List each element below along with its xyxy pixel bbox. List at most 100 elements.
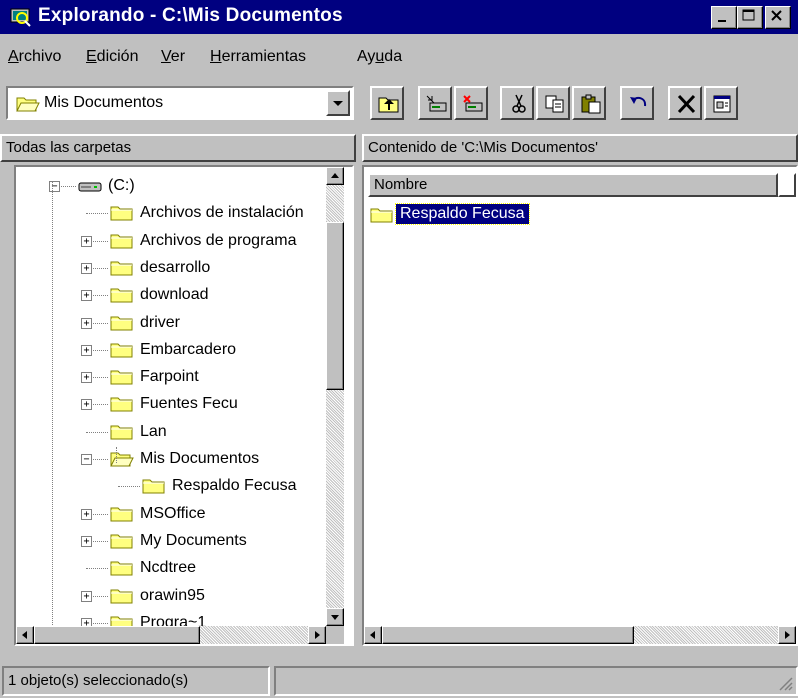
tree-item[interactable]: + Archivos de programa bbox=[16, 228, 336, 255]
expand-icon[interactable]: + bbox=[81, 399, 92, 411]
undo-button[interactable] bbox=[620, 86, 654, 120]
folder-icon bbox=[110, 206, 133, 221]
delete-button[interactable] bbox=[668, 86, 702, 120]
menu-ver[interactable]: Ver bbox=[161, 48, 185, 66]
chevron-right-icon bbox=[785, 631, 790, 639]
cut-icon bbox=[512, 94, 526, 113]
tree-item[interactable]: Respaldo Fecusa bbox=[16, 473, 336, 500]
window-title: Explorando - C:\Mis Documentos bbox=[38, 5, 343, 26]
tree-item-label: Respaldo Fecusa bbox=[172, 477, 297, 495]
list-scroll-right-button[interactable] bbox=[778, 626, 796, 644]
minimize-button[interactable] bbox=[711, 6, 737, 29]
tree-connector bbox=[116, 447, 118, 463]
map-drive-button[interactable] bbox=[418, 86, 452, 120]
tree-item[interactable]: Archivos de instalación bbox=[16, 200, 336, 227]
tree-item-label: Archivos de instalación bbox=[140, 204, 304, 222]
column-header-next[interactable] bbox=[778, 173, 796, 197]
tree-item-label: download bbox=[140, 286, 209, 304]
expand-icon[interactable]: + bbox=[81, 508, 92, 520]
folder-icon bbox=[110, 234, 133, 249]
tree-item[interactable]: + driver bbox=[16, 310, 336, 337]
menu-edicion[interactable]: Edición bbox=[86, 48, 138, 66]
open-folder-icon bbox=[16, 97, 40, 112]
cut-button[interactable] bbox=[500, 86, 534, 120]
tree-item[interactable]: + orawin95 bbox=[16, 583, 336, 610]
paste-button[interactable] bbox=[572, 86, 606, 120]
menu-herramientas[interactable]: Herramientas bbox=[210, 48, 306, 66]
tree-scroll-left-button[interactable] bbox=[16, 626, 34, 644]
explorer-icon bbox=[10, 8, 31, 27]
folder-icon bbox=[110, 507, 133, 522]
tree-item[interactable]: + Embarcadero bbox=[16, 337, 336, 364]
tree-item-label: Embarcadero bbox=[140, 340, 237, 358]
tree-item-icon bbox=[110, 505, 134, 528]
tree-item-icon bbox=[142, 477, 166, 500]
tree-item-icon bbox=[110, 368, 134, 391]
tree-connector bbox=[86, 213, 108, 215]
menu-ayuda[interactable]: Ayuda bbox=[357, 48, 402, 66]
expand-icon[interactable]: + bbox=[81, 262, 92, 274]
tree-item-icon bbox=[110, 341, 134, 364]
resize-grip-icon[interactable] bbox=[774, 672, 794, 692]
maximize-button[interactable] bbox=[737, 6, 763, 29]
column-header-nombre[interactable]: Nombre bbox=[368, 173, 778, 197]
tree-item-icon bbox=[110, 395, 134, 418]
tree-item[interactable]: + download bbox=[16, 282, 336, 309]
folder-icon bbox=[110, 397, 133, 412]
menu-archivo[interactable]: Archivo bbox=[8, 48, 61, 66]
tree-hscroll-thumb[interactable] bbox=[34, 626, 200, 644]
folder-icon bbox=[142, 479, 165, 494]
close-icon bbox=[771, 10, 782, 21]
expand-icon[interactable]: + bbox=[81, 344, 92, 356]
tree-scroll-up-button[interactable] bbox=[326, 167, 344, 185]
tree-item-label: orawin95 bbox=[140, 586, 205, 604]
tree-item-icon bbox=[110, 232, 134, 255]
tree-item-label: Archivos de programa bbox=[140, 231, 297, 249]
delete-icon bbox=[677, 94, 696, 114]
tree-scroll-down-button[interactable] bbox=[326, 608, 344, 626]
folder-icon bbox=[110, 316, 133, 330]
address-value: Mis Documentos bbox=[44, 94, 164, 111]
address-dropdown-button[interactable] bbox=[326, 90, 350, 116]
expand-icon[interactable]: + bbox=[81, 235, 92, 247]
file-list[interactable]: Nombre Respaldo Fecusa bbox=[362, 165, 798, 646]
drive-icon bbox=[78, 182, 102, 192]
chevron-left-icon bbox=[22, 631, 27, 639]
tree-item[interactable]: Ncdtree bbox=[16, 555, 336, 582]
tree-item[interactable]: + My Documents bbox=[16, 528, 336, 555]
tree-item[interactable]: + Farpoint bbox=[16, 364, 336, 391]
up-folder-button[interactable] bbox=[370, 86, 404, 120]
expand-icon[interactable]: + bbox=[81, 590, 92, 602]
tree-item[interactable]: − Mis Documentos bbox=[16, 446, 336, 473]
collapse-icon[interactable]: − bbox=[81, 454, 92, 465]
chevron-up-icon bbox=[331, 173, 339, 178]
collapse-icon[interactable]: − bbox=[49, 181, 60, 192]
tree-item[interactable]: + MSOffice bbox=[16, 501, 336, 528]
disconnect-drive-button[interactable] bbox=[454, 86, 488, 120]
tree-item-label: Ncdtree bbox=[140, 559, 197, 577]
tree-item[interactable]: − (C:) bbox=[16, 173, 336, 200]
address-combobox[interactable]: Mis Documentos bbox=[6, 86, 354, 120]
chevron-down-icon bbox=[333, 101, 343, 106]
list-hscroll-thumb[interactable] bbox=[382, 626, 634, 644]
copy-button[interactable] bbox=[536, 86, 570, 120]
expand-icon[interactable]: + bbox=[81, 372, 92, 384]
tree-item-icon bbox=[110, 450, 134, 473]
tree-item[interactable]: + desarrollo bbox=[16, 255, 336, 282]
title-bar[interactable]: Explorando - C:\Mis Documentos bbox=[0, 0, 798, 34]
close-button[interactable] bbox=[765, 6, 791, 29]
tree-item[interactable]: + Fuentes Fecu bbox=[16, 391, 336, 418]
expand-icon[interactable]: + bbox=[81, 535, 92, 547]
expand-icon[interactable]: + bbox=[81, 317, 92, 329]
tree-item[interactable]: Lan bbox=[16, 419, 336, 446]
tree-scroll-right-button[interactable] bbox=[308, 626, 326, 644]
tree-item-label: Farpoint bbox=[140, 368, 199, 386]
list-scroll-left-button[interactable] bbox=[364, 626, 382, 644]
expand-icon[interactable]: + bbox=[81, 290, 92, 302]
contents-panel-header: Contenido de 'C:\Mis Documentos' bbox=[362, 134, 798, 162]
tree-item-label: Mis Documentos bbox=[140, 450, 260, 467]
undo-icon bbox=[630, 97, 647, 107]
folder-tree[interactable]: − (C:) Archivos de instalación + Archivos de… bbox=[14, 165, 354, 646]
tree-scroll-thumb[interactable] bbox=[326, 222, 344, 390]
properties-button[interactable] bbox=[704, 86, 738, 120]
